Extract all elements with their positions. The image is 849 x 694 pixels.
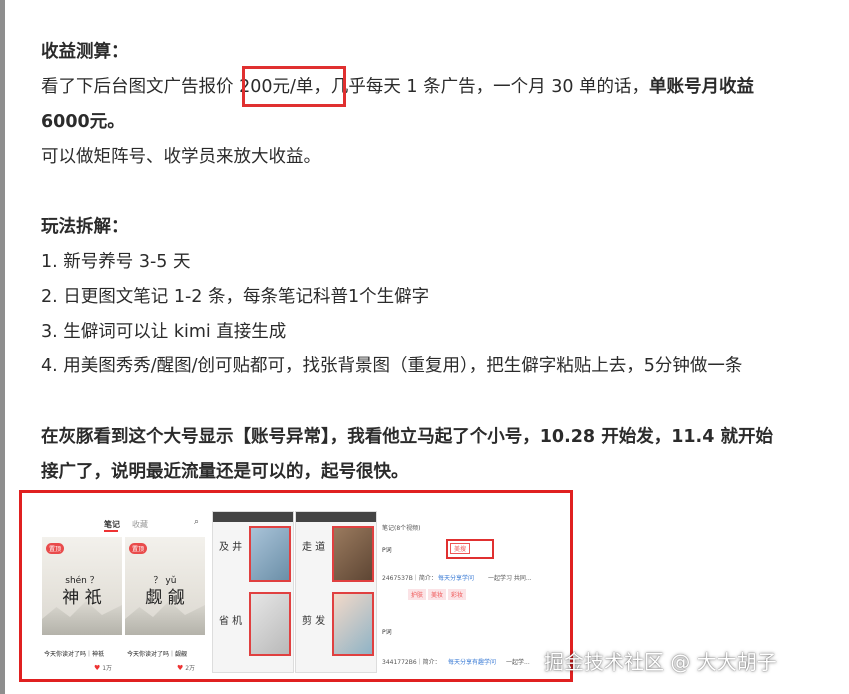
income-heading: 收益测算：	[41, 42, 129, 62]
tab-underline	[104, 530, 118, 532]
phone-screenshot-2: 走 道 剪 发	[295, 511, 377, 673]
product-thumbnail	[249, 526, 291, 582]
portrait-thumbnail	[332, 592, 374, 656]
phone-header	[213, 512, 293, 522]
category-tag: 彩妆	[448, 589, 467, 600]
pinned-tag: 置顶	[129, 543, 148, 554]
card-caption-1: 今天你读对了吗｜神祇	[44, 651, 105, 658]
phone-word: 剪 发	[302, 616, 326, 627]
card-caption-2: 今天你读对了吗｜觑觎	[127, 651, 188, 658]
category-tag: 护肤	[408, 589, 427, 600]
phone-word: 走 道	[302, 542, 326, 553]
bold-paragraph-line-1: 在灰豚看到这个大号显示【账号异常】，我看他立马起了个小号，10.28 开始发，1…	[41, 427, 773, 447]
income-line-2: 6000元。	[41, 112, 125, 132]
income-monthly-bold: 单账号月收益	[649, 77, 755, 97]
income-text-b: ，几乎每天 1 条广告，一个月 30 单的话，	[313, 77, 650, 97]
play-heading: 玩法拆解：	[41, 217, 129, 237]
pinned-tag: 置顶	[46, 543, 65, 554]
account-name-2: P词	[382, 629, 392, 636]
portrait-thumbnail	[332, 526, 374, 582]
account-desc-2: 每天分享有趣学问	[448, 659, 497, 666]
step-item: 3. 生僻词可以让 kimi 直接生成	[41, 322, 287, 342]
step-item: 4. 用美图秀秀/醒图/创可贴都可，找张背景图（重复用），把生僻字粘贴上去，5分…	[41, 356, 743, 376]
tab-collect: 收藏	[132, 520, 148, 529]
likes-count: 2万	[185, 665, 196, 672]
badge-highlight-box	[446, 539, 494, 559]
account-desc: 每天分享学问	[438, 575, 475, 582]
phone-header	[296, 512, 376, 522]
profile-panel: 笔记 收藏 ⌕ 置顶 shén ？ 神 祇 今天你读对了吗｜神祇 ♥ 1万 置顶…	[22, 493, 210, 679]
bold-paragraph-line-2: 接广了，说明最近流量还是可以的，起号很快。	[41, 462, 409, 482]
account-info-2: 3441772B6｜简介：	[382, 659, 441, 666]
income-line-1: 看了下后台图文广告报价 200元/单，几乎每天 1 条广告，一个月 30 单的话…	[41, 75, 754, 99]
income-text-a: 看了下后台图文广告报价	[41, 77, 240, 97]
account-link-2: 一起学...	[506, 659, 530, 666]
left-border-bar	[0, 0, 5, 694]
dashboard-title: 笔记(8个视频)	[382, 525, 421, 532]
card-hanzi: 觑 觎	[145, 588, 185, 608]
watermark: 掘金技术社区 @ 大大胡子	[544, 650, 777, 674]
product-thumbnail	[249, 592, 291, 656]
account-info: 2467537B｜简介：	[382, 575, 437, 582]
card-hanzi: 神 祇	[62, 588, 102, 608]
note-card-1: 置顶 shén ？ 神 祇	[42, 537, 122, 635]
income-line-3: 可以做矩阵号、收学员来放大收益。	[41, 147, 321, 167]
account-name: P词	[382, 547, 392, 554]
phone-screenshot-1: 及 井 省 机	[212, 511, 294, 673]
card-likes-2: ♥ 2万	[177, 663, 195, 672]
account-link: 一起学习 共同...	[488, 575, 532, 582]
search-icon: ⌕	[194, 517, 200, 527]
heart-icon: ♥	[177, 664, 184, 672]
likes-count: 1万	[102, 665, 113, 672]
category-tag: 美妆	[428, 589, 447, 600]
step-item: 2. 日更图文笔记 1-2 条，每条笔记科普1个生僻字	[41, 287, 430, 307]
phone-word: 及 井	[219, 542, 243, 553]
embedded-screenshot: 笔记 收藏 ⌕ 置顶 shén ？ 神 祇 今天你读对了吗｜神祇 ♥ 1万 置顶…	[19, 490, 573, 682]
note-card-2: 置顶 ？ yǔ 觑 觎	[125, 537, 205, 635]
tab-notes: 笔记	[104, 520, 120, 529]
phone-word: 省 机	[219, 616, 243, 627]
heart-icon: ♥	[94, 664, 101, 672]
data-dashboard-panel: 笔记(8个视频) P词 美搜 2467537B｜简介： 每天分享学问 一起学习 …	[378, 493, 568, 679]
step-item: 1. 新号养号 3-5 天	[41, 252, 191, 272]
card-likes-1: ♥ 1万	[94, 663, 112, 672]
price-highlight-box	[242, 66, 346, 107]
